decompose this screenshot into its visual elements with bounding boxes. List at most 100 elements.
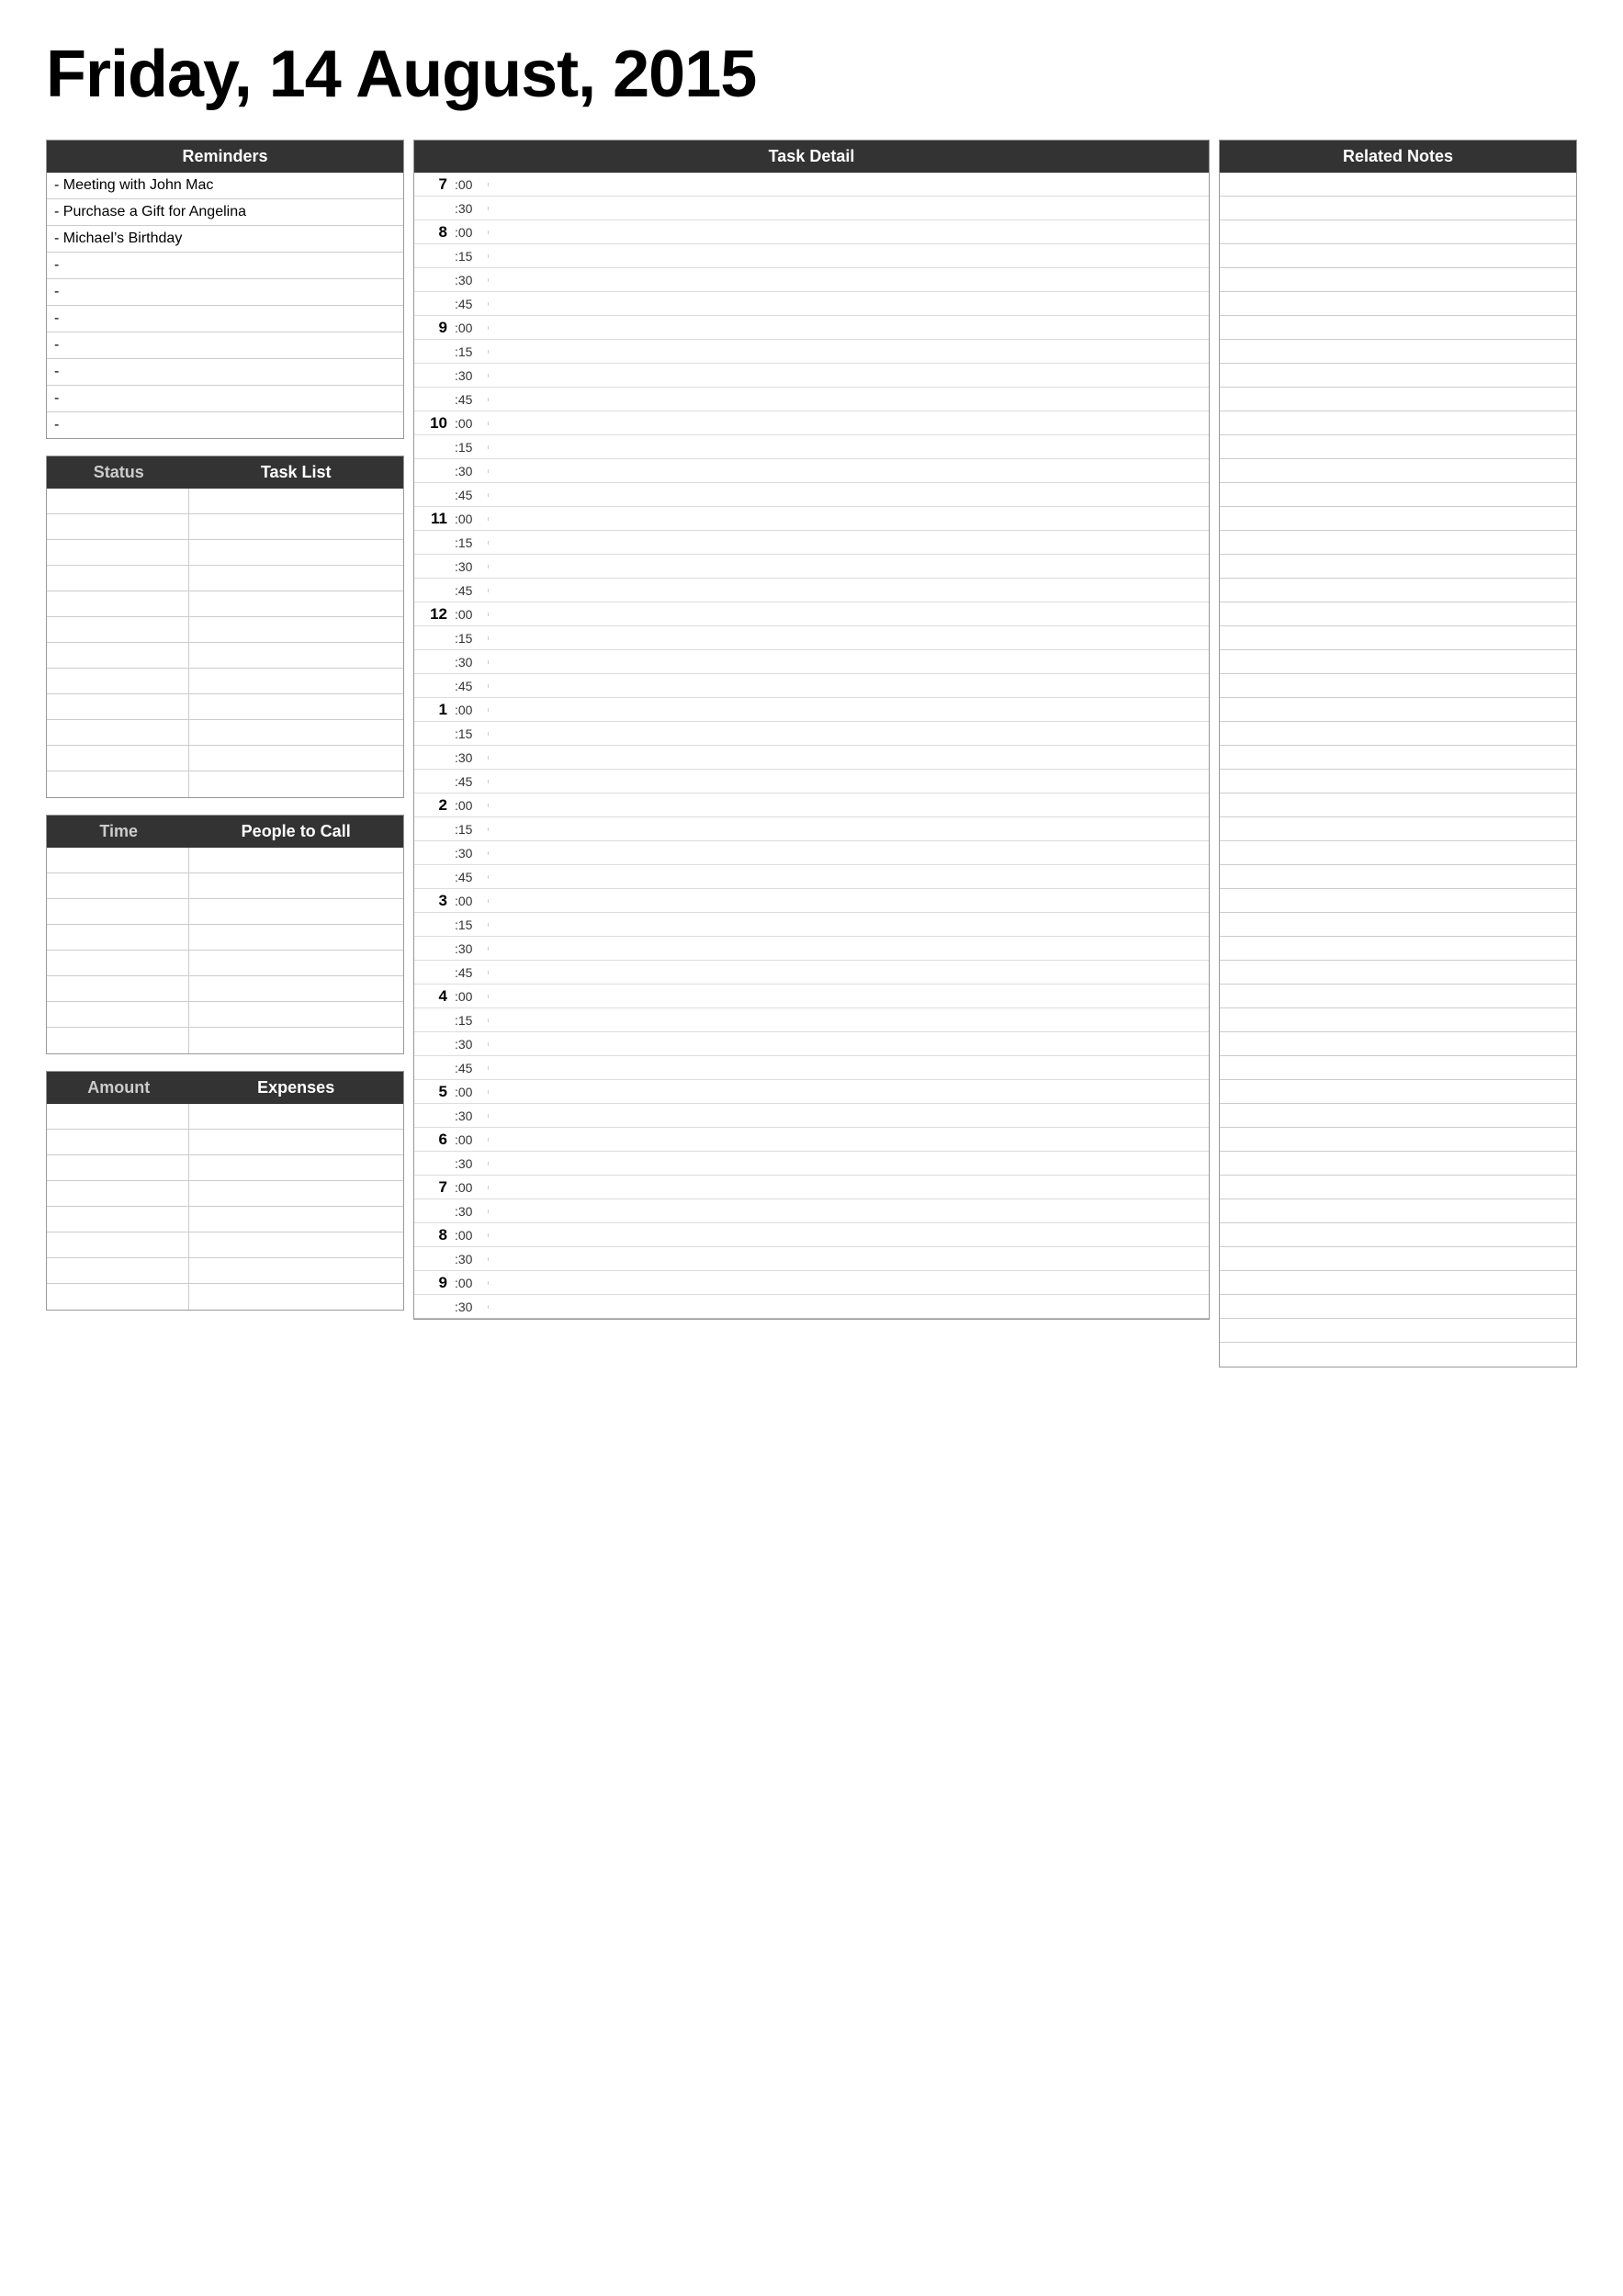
notes-row[interactable] <box>1220 292 1576 316</box>
call-time-cell[interactable] <box>47 848 189 872</box>
task-cell[interactable] <box>189 514 403 539</box>
detail-cell[interactable] <box>488 756 1209 760</box>
task-cell[interactable] <box>189 643 403 668</box>
notes-row[interactable] <box>1220 602 1576 626</box>
notes-row[interactable] <box>1220 411 1576 435</box>
notes-row[interactable] <box>1220 1032 1576 1056</box>
detail-cell[interactable] <box>488 613 1209 616</box>
expense-cell[interactable] <box>189 1258 403 1283</box>
notes-row[interactable] <box>1220 1199 1576 1223</box>
detail-cell[interactable] <box>488 398 1209 401</box>
notes-row[interactable] <box>1220 388 1576 411</box>
detail-cell[interactable] <box>488 1019 1209 1022</box>
notes-row[interactable] <box>1220 937 1576 961</box>
detail-cell[interactable] <box>488 231 1209 234</box>
status-cell[interactable] <box>47 643 189 668</box>
detail-cell[interactable] <box>488 1210 1209 1213</box>
call-name-cell[interactable] <box>189 1002 403 1027</box>
detail-cell[interactable] <box>488 302 1209 306</box>
notes-row[interactable] <box>1220 1080 1576 1104</box>
task-cell[interactable] <box>189 566 403 591</box>
notes-row[interactable] <box>1220 1247 1576 1271</box>
call-time-cell[interactable] <box>47 951 189 975</box>
detail-cell[interactable] <box>488 804 1209 807</box>
call-time-cell[interactable] <box>47 899 189 924</box>
expense-cell[interactable] <box>189 1104 403 1129</box>
detail-cell[interactable] <box>488 254 1209 258</box>
notes-row[interactable] <box>1220 268 1576 292</box>
status-cell[interactable] <box>47 566 189 591</box>
notes-row[interactable] <box>1220 1056 1576 1080</box>
notes-row[interactable] <box>1220 865 1576 889</box>
notes-row[interactable] <box>1220 507 1576 531</box>
expense-cell[interactable] <box>189 1155 403 1180</box>
notes-row[interactable] <box>1220 1176 1576 1199</box>
notes-row[interactable] <box>1220 985 1576 1008</box>
amount-cell[interactable] <box>47 1284 189 1310</box>
notes-row[interactable] <box>1220 220 1576 244</box>
status-cell[interactable] <box>47 720 189 745</box>
notes-row[interactable] <box>1220 1128 1576 1152</box>
amount-cell[interactable] <box>47 1258 189 1283</box>
detail-cell[interactable] <box>488 875 1209 879</box>
task-cell[interactable] <box>189 489 403 513</box>
detail-cell[interactable] <box>488 1138 1209 1142</box>
notes-row[interactable] <box>1220 626 1576 650</box>
detail-cell[interactable] <box>488 851 1209 855</box>
expense-cell[interactable] <box>189 1181 403 1206</box>
call-time-cell[interactable] <box>47 1002 189 1027</box>
call-time-cell[interactable] <box>47 925 189 950</box>
detail-cell[interactable] <box>488 684 1209 688</box>
detail-cell[interactable] <box>488 326 1209 330</box>
detail-cell[interactable] <box>488 1233 1209 1237</box>
notes-row[interactable] <box>1220 316 1576 340</box>
detail-cell[interactable] <box>488 374 1209 377</box>
notes-row[interactable] <box>1220 435 1576 459</box>
expense-cell[interactable] <box>189 1232 403 1257</box>
amount-cell[interactable] <box>47 1232 189 1257</box>
detail-cell[interactable] <box>488 708 1209 712</box>
notes-row[interactable] <box>1220 197 1576 220</box>
notes-row[interactable] <box>1220 1104 1576 1128</box>
detail-cell[interactable] <box>488 517 1209 521</box>
detail-cell[interactable] <box>488 422 1209 425</box>
status-cell[interactable] <box>47 746 189 771</box>
detail-cell[interactable] <box>488 732 1209 736</box>
detail-cell[interactable] <box>488 636 1209 640</box>
call-name-cell[interactable] <box>189 899 403 924</box>
detail-cell[interactable] <box>488 350 1209 354</box>
detail-cell[interactable] <box>488 1186 1209 1189</box>
notes-row[interactable] <box>1220 841 1576 865</box>
call-name-cell[interactable] <box>189 848 403 872</box>
call-time-cell[interactable] <box>47 1028 189 1053</box>
detail-cell[interactable] <box>488 780 1209 783</box>
task-cell[interactable] <box>189 617 403 642</box>
call-time-cell[interactable] <box>47 976 189 1001</box>
notes-row[interactable] <box>1220 459 1576 483</box>
notes-row[interactable] <box>1220 364 1576 388</box>
expense-cell[interactable] <box>189 1130 403 1154</box>
call-name-cell[interactable] <box>189 951 403 975</box>
detail-cell[interactable] <box>488 589 1209 592</box>
expense-cell[interactable] <box>189 1207 403 1232</box>
notes-row[interactable] <box>1220 722 1576 746</box>
status-cell[interactable] <box>47 591 189 616</box>
detail-cell[interactable] <box>488 445 1209 449</box>
expense-cell[interactable] <box>189 1284 403 1310</box>
notes-row[interactable] <box>1220 793 1576 817</box>
detail-cell[interactable] <box>488 207 1209 210</box>
detail-cell[interactable] <box>488 541 1209 545</box>
amount-cell[interactable] <box>47 1207 189 1232</box>
notes-row[interactable] <box>1220 674 1576 698</box>
detail-cell[interactable] <box>488 947 1209 951</box>
status-cell[interactable] <box>47 771 189 797</box>
detail-cell[interactable] <box>488 1257 1209 1261</box>
notes-row[interactable] <box>1220 746 1576 770</box>
notes-row[interactable] <box>1220 173 1576 197</box>
amount-cell[interactable] <box>47 1104 189 1129</box>
status-cell[interactable] <box>47 489 189 513</box>
detail-cell[interactable] <box>488 1042 1209 1046</box>
notes-row[interactable] <box>1220 889 1576 913</box>
detail-cell[interactable] <box>488 469 1209 473</box>
status-cell[interactable] <box>47 617 189 642</box>
